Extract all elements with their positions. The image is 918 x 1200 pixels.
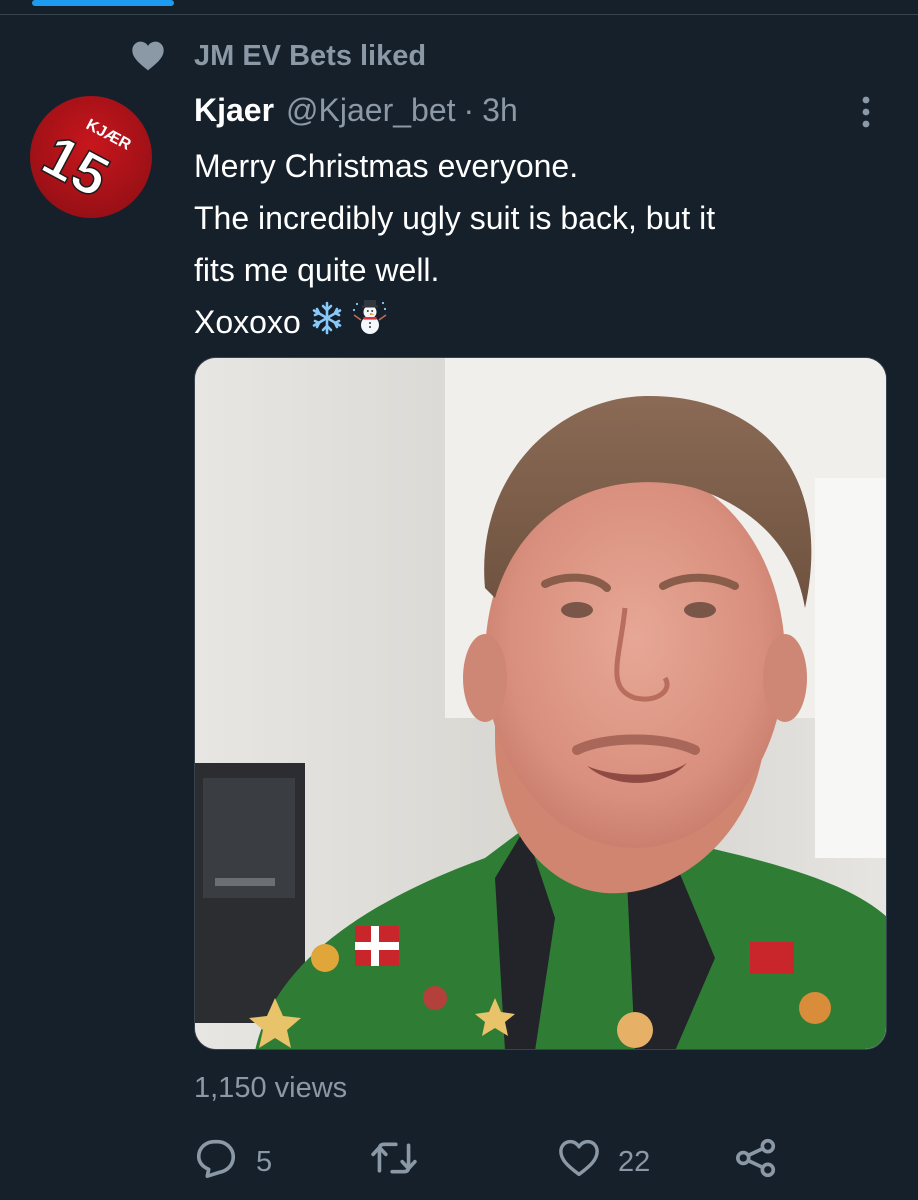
heart-icon [128, 36, 168, 76]
reply-button[interactable]: 5 [194, 1136, 272, 1188]
tweet-text-line: Merry Christmas everyone. [194, 148, 579, 184]
retweet-button[interactable] [370, 1136, 436, 1188]
share-icon [734, 1138, 778, 1186]
top-tab-bar [0, 0, 918, 15]
video-media[interactable] [194, 357, 887, 1050]
social-context-text: JM EV Bets liked [194, 39, 427, 72]
tweet-actions: 5 22 [194, 1136, 814, 1188]
tweet-header: Kjaer @Kjaer_bet · 3h [194, 92, 518, 129]
reply-icon [194, 1138, 238, 1186]
tweet-time[interactable]: 3h [482, 92, 518, 129]
like-button[interactable]: 22 [558, 1136, 650, 1188]
like-icon [558, 1139, 600, 1185]
reply-count: 5 [256, 1145, 273, 1178]
snowflake-icon [309, 299, 351, 351]
tweet-text-line: The incredibly ugly suit is back, but it [194, 200, 716, 236]
retweet-icon [370, 1138, 418, 1186]
header-separator: · [463, 92, 475, 128]
view-count: 1,150 views [194, 1072, 348, 1104]
snowman-icon [351, 298, 395, 351]
tweet-text-line-last: Xoxoxo [194, 296, 874, 351]
more-options-icon[interactable] [852, 94, 880, 130]
active-tab-indicator [32, 0, 174, 6]
avatar[interactable]: KJÆR 15 [30, 96, 152, 218]
author-name[interactable]: Kjaer [194, 92, 274, 129]
tweet-text-line: fits me quite well. [194, 252, 440, 288]
tweet-text-line: Xoxoxo [194, 304, 301, 340]
tweet-text: Merry Christmas everyone. The incredibly… [194, 140, 874, 351]
video-thumbnail [195, 358, 886, 1049]
social-context[interactable]: JM EV Bets liked [128, 36, 426, 76]
author-handle[interactable]: @Kjaer_bet [286, 92, 455, 129]
share-button[interactable] [734, 1136, 778, 1188]
like-count: 22 [618, 1145, 651, 1178]
